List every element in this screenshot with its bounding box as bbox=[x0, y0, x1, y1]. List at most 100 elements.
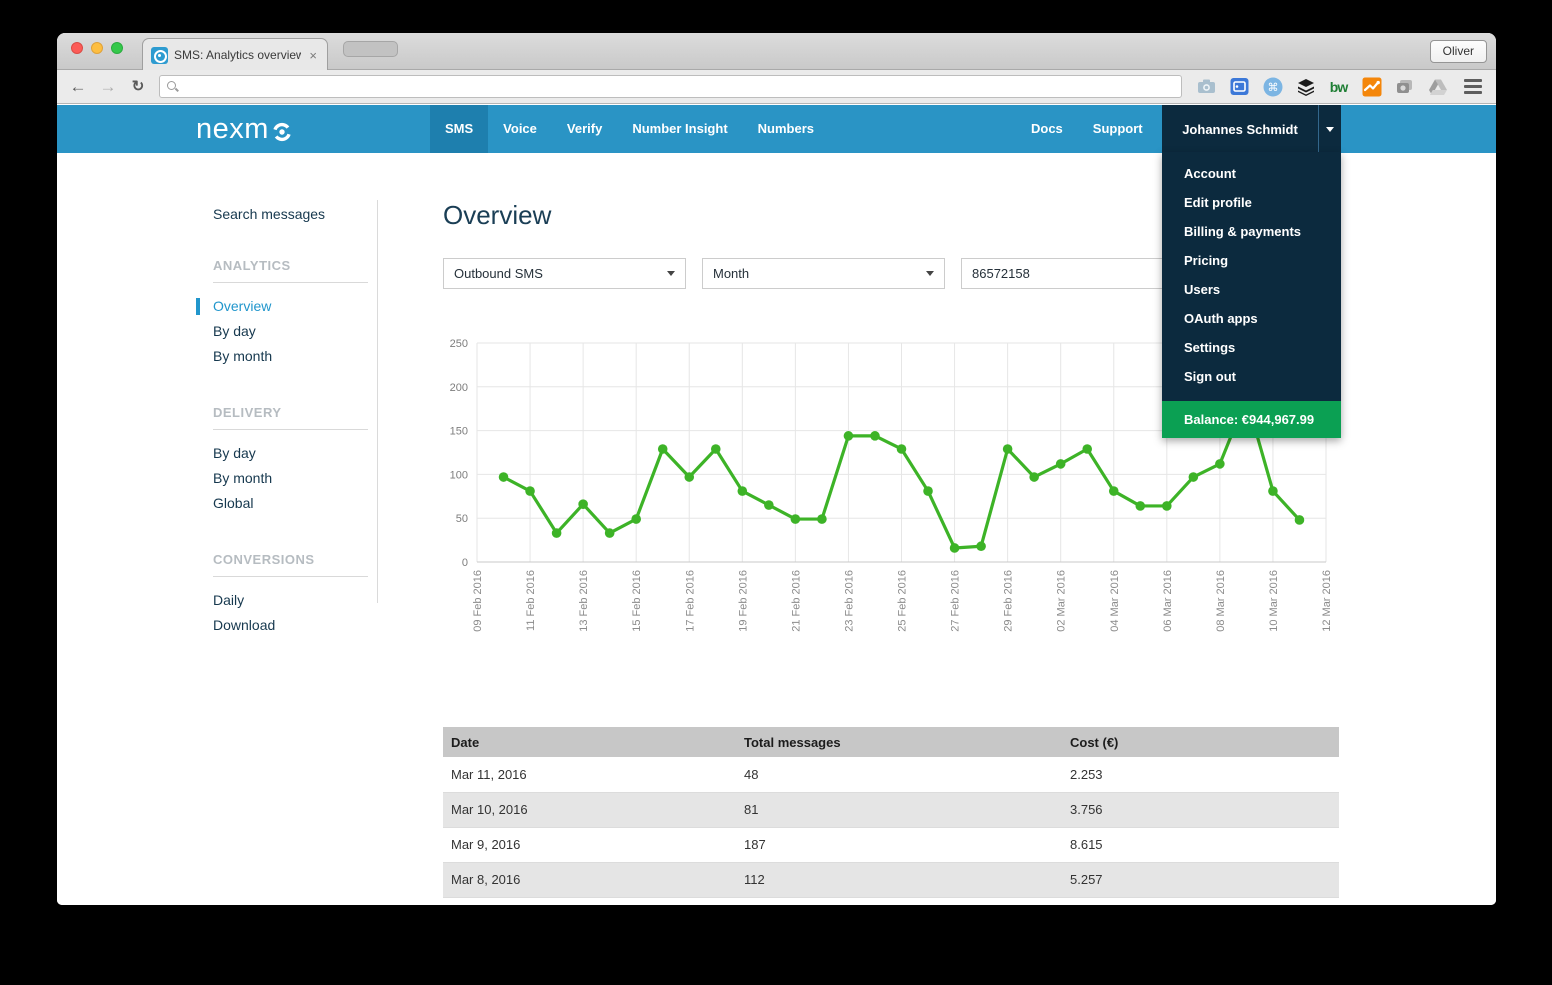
menu-item-pricing[interactable]: Pricing bbox=[1162, 246, 1341, 275]
svg-text:250: 250 bbox=[450, 338, 468, 350]
nav-item-sms[interactable]: SMS bbox=[430, 105, 488, 153]
sidebar-section-title: ANALYTICS bbox=[213, 258, 368, 283]
new-tab-button[interactable] bbox=[343, 41, 398, 57]
chevron-down-icon bbox=[926, 271, 934, 276]
table-row: Mar 10, 2016813.756 bbox=[443, 792, 1339, 827]
svg-text:⌘: ⌘ bbox=[1267, 81, 1278, 94]
nexmo-dashboard-page: nexm SMS Voice Verify Number Insight Num… bbox=[57, 105, 1496, 905]
svg-text:25 Feb 2016: 25 Feb 2016 bbox=[897, 570, 909, 632]
menu-icon[interactable] bbox=[1464, 79, 1482, 94]
back-icon[interactable]: ← bbox=[67, 78, 89, 95]
zoom-window-button[interactable] bbox=[111, 42, 123, 54]
table-row: Mar 9, 20161878.615 bbox=[443, 827, 1339, 862]
chevron-down-icon bbox=[667, 271, 675, 276]
sidebar-divider bbox=[377, 200, 378, 603]
secondary-nav: Docs Support bbox=[1016, 105, 1158, 153]
browser-window: SMS: Analytics overview × Oliver ← → ↻ bbox=[57, 33, 1496, 905]
filters-row: Outbound SMS Month bbox=[443, 258, 1221, 289]
nexmo-logo-o-icon bbox=[271, 121, 293, 143]
svg-text:17 Feb 2016: 17 Feb 2016 bbox=[684, 570, 696, 632]
nav-item-docs[interactable]: Docs bbox=[1016, 105, 1078, 153]
extension-icons: ⌘ bw bbox=[1196, 76, 1486, 97]
nav-item-voice[interactable]: Voice bbox=[488, 105, 552, 153]
table-column-header: Date bbox=[443, 727, 736, 757]
menu-item-oauth-apps[interactable]: OAuth apps bbox=[1162, 304, 1341, 333]
forward-icon[interactable]: → bbox=[97, 78, 119, 95]
layers-icon[interactable] bbox=[1295, 76, 1316, 97]
svg-text:04 Mar 2016: 04 Mar 2016 bbox=[1109, 570, 1121, 632]
menu-item-users[interactable]: Users bbox=[1162, 275, 1341, 304]
tab-title: SMS: Analytics overview bbox=[174, 48, 301, 62]
analytics-icon[interactable] bbox=[1361, 76, 1382, 97]
camera-icon[interactable] bbox=[1196, 76, 1217, 97]
menu-item-billing-payments[interactable]: Billing & payments bbox=[1162, 217, 1341, 246]
table-cell: 2.253 bbox=[1062, 757, 1339, 792]
table-cell: Mar 8, 2016 bbox=[443, 862, 736, 897]
page-title: Overview bbox=[443, 200, 551, 231]
main-nav: SMS Voice Verify Number Insight Numbers bbox=[430, 105, 829, 153]
period-select[interactable]: Month bbox=[702, 258, 945, 289]
menu-item-account[interactable]: Account bbox=[1162, 159, 1341, 188]
svg-text:100: 100 bbox=[450, 469, 468, 481]
nav-item-numbers[interactable]: Numbers bbox=[743, 105, 829, 153]
menu-item-settings[interactable]: Settings bbox=[1162, 333, 1341, 362]
window-controls bbox=[71, 42, 123, 54]
sidebar-item-delivery-by-month[interactable]: By month bbox=[213, 466, 368, 491]
reload-icon[interactable]: ↻ bbox=[127, 79, 149, 94]
svg-text:21 Feb 2016: 21 Feb 2016 bbox=[790, 570, 802, 632]
browser-profile-button[interactable]: Oliver bbox=[1430, 40, 1487, 63]
sidebar-item-delivery-by-day[interactable]: By day bbox=[213, 441, 368, 466]
svg-text:200: 200 bbox=[450, 382, 468, 394]
browser-tab[interactable]: SMS: Analytics overview × bbox=[142, 38, 328, 71]
user-dropdown-items: AccountEdit profileBilling & paymentsPri… bbox=[1162, 152, 1341, 401]
menu-item-edit-profile[interactable]: Edit profile bbox=[1162, 188, 1341, 217]
svg-text:02 Mar 2016: 02 Mar 2016 bbox=[1056, 570, 1068, 632]
table-cell: 112 bbox=[736, 862, 1062, 897]
menu-item-sign-out[interactable]: Sign out bbox=[1162, 362, 1341, 391]
sidebar-item-analytics-by-day[interactable]: By day bbox=[213, 319, 368, 344]
table-cell: 187 bbox=[736, 827, 1062, 862]
minimize-window-button[interactable] bbox=[91, 42, 103, 54]
browser-toolbar: ← → ↻ ⌘ bw bbox=[57, 70, 1496, 104]
nav-item-verify[interactable]: Verify bbox=[552, 105, 617, 153]
user-menu-caret[interactable] bbox=[1319, 127, 1341, 132]
address-bar[interactable] bbox=[159, 75, 1182, 98]
price-tag-icon[interactable] bbox=[1229, 76, 1250, 97]
photos-icon[interactable] bbox=[1394, 76, 1415, 97]
close-window-button[interactable] bbox=[71, 42, 83, 54]
nexmo-logo[interactable]: nexm bbox=[196, 105, 293, 153]
message-type-select[interactable]: Outbound SMS bbox=[443, 258, 686, 289]
tab-close-icon[interactable]: × bbox=[307, 48, 319, 63]
sidebar-item-daily[interactable]: Daily bbox=[213, 588, 368, 613]
nav-item-number-insight[interactable]: Number Insight bbox=[617, 105, 742, 153]
sidebar-item-global[interactable]: Global bbox=[213, 491, 368, 516]
table-row: Mar 11, 2016482.253 bbox=[443, 757, 1339, 792]
chevron-down-icon bbox=[1326, 127, 1334, 132]
sidebar-section-title: DELIVERY bbox=[213, 405, 368, 430]
svg-text:08 Mar 2016: 08 Mar 2016 bbox=[1215, 570, 1227, 632]
sidebar-item-download[interactable]: Download bbox=[213, 613, 368, 638]
table-cell: Mar 11, 2016 bbox=[443, 757, 736, 792]
table-column-header: Total messages bbox=[736, 727, 1062, 757]
svg-text:13 Feb 2016: 13 Feb 2016 bbox=[578, 570, 590, 632]
sidebar-item-analytics-by-month[interactable]: By month bbox=[213, 344, 368, 369]
sidebar-section-analytics: ANALYTICS Overview By day By month bbox=[213, 258, 368, 369]
user-menu-button[interactable]: Johannes Schmidt bbox=[1162, 105, 1341, 153]
svg-text:50: 50 bbox=[456, 513, 468, 525]
sidebar-search-messages-link[interactable]: Search messages bbox=[213, 206, 368, 222]
svg-text:0: 0 bbox=[462, 557, 468, 569]
nexmo-logo-text: nexm bbox=[196, 113, 269, 146]
svg-text:09 Feb 2016: 09 Feb 2016 bbox=[472, 570, 484, 632]
svg-text:10 Mar 2016: 10 Mar 2016 bbox=[1268, 570, 1280, 632]
bw-icon[interactable]: bw bbox=[1328, 76, 1349, 97]
command-icon[interactable]: ⌘ bbox=[1262, 76, 1283, 97]
screen: SMS: Analytics overview × Oliver ← → ↻ bbox=[0, 0, 1552, 985]
svg-text:150: 150 bbox=[450, 426, 468, 438]
drive-icon[interactable] bbox=[1427, 76, 1448, 97]
sidebar-item-overview[interactable]: Overview bbox=[213, 294, 368, 319]
nav-item-support[interactable]: Support bbox=[1078, 105, 1158, 153]
svg-text:06 Mar 2016: 06 Mar 2016 bbox=[1162, 570, 1174, 632]
table-cell: 5.257 bbox=[1062, 862, 1339, 897]
period-value: Month bbox=[713, 266, 926, 281]
svg-text:11 Feb 2016: 11 Feb 2016 bbox=[525, 570, 537, 631]
